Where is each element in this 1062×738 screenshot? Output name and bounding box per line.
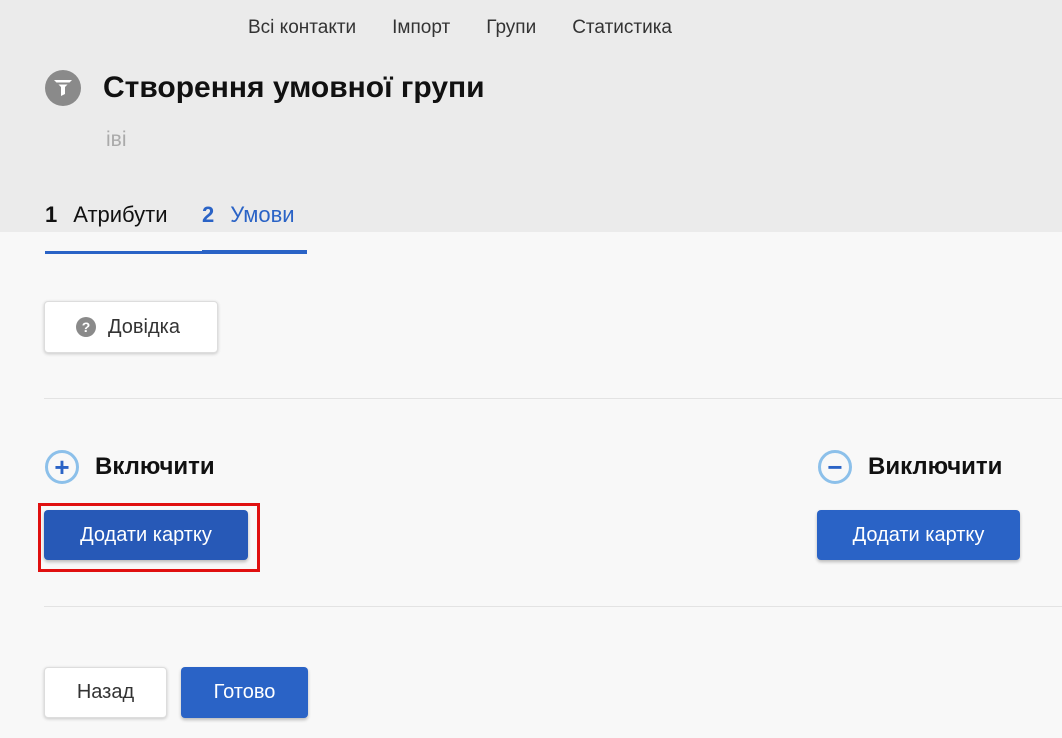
add-exclude-card-button[interactable]: Додати картку xyxy=(817,510,1020,560)
nav-all-contacts[interactable]: Всі контакти xyxy=(248,17,356,39)
add-include-card-button[interactable]: Додати картку xyxy=(44,510,248,560)
back-button[interactable]: Назад xyxy=(44,667,167,718)
divider xyxy=(44,606,1062,607)
tab-conditions[interactable]: 2 Умови xyxy=(202,202,307,254)
divider xyxy=(44,398,1062,399)
nav-statistics[interactable]: Статистика xyxy=(572,17,672,39)
include-section-title: + Включити xyxy=(45,450,215,484)
done-button[interactable]: Готово xyxy=(181,667,308,718)
plus-icon: + xyxy=(45,450,79,484)
question-icon: ? xyxy=(76,317,96,337)
include-label: Включити xyxy=(95,453,215,480)
minus-icon: − xyxy=(818,450,852,484)
funnel-icon xyxy=(45,70,81,106)
step-number: 2 xyxy=(202,202,215,227)
top-nav: Всі контакти Імпорт Групи Статистика xyxy=(248,17,672,39)
page-title: Створення умовної групи xyxy=(103,71,485,104)
nav-import[interactable]: Імпорт xyxy=(392,17,450,39)
title-row: Створення умовної групи xyxy=(45,70,485,106)
tab-attributes[interactable]: 1 Атрибути xyxy=(45,202,202,254)
step-label: Умови xyxy=(230,202,295,227)
group-name: іві xyxy=(106,128,127,151)
step-number: 1 xyxy=(45,202,58,227)
step-label: Атрибути xyxy=(73,202,168,227)
help-button[interactable]: ? Довідка xyxy=(44,301,218,353)
exclude-label: Виключити xyxy=(868,453,1003,480)
wizard-steps: 1 Атрибути 2 Умови xyxy=(45,202,307,254)
nav-groups[interactable]: Групи xyxy=(486,17,536,39)
exclude-section-title: − Виключити xyxy=(818,450,1002,484)
help-button-label: Довідка xyxy=(108,315,180,338)
